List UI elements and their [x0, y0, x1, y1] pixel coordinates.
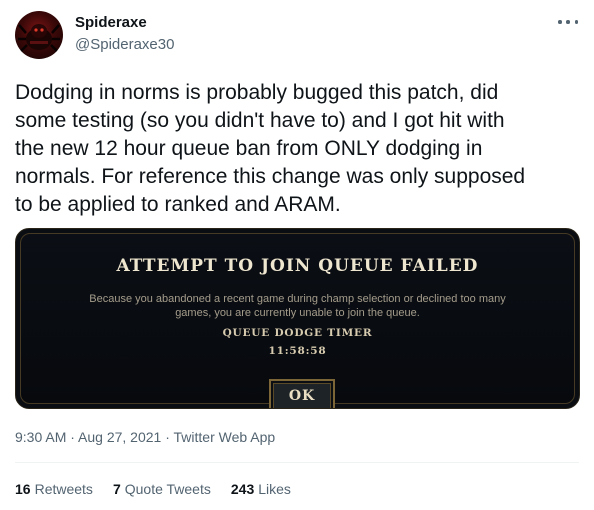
quote-tweets-count: 7	[112, 481, 121, 497]
retweets-label: Retweets	[34, 481, 93, 497]
spider-avatar-icon	[18, 24, 60, 53]
likes-label: Likes	[258, 481, 291, 497]
tweet-text: Dodging in norms is probably bugged this…	[15, 81, 526, 216]
more-dot	[558, 20, 562, 24]
quote-tweets-label: Quote Tweets	[124, 481, 211, 497]
retweets-count: 16	[15, 481, 31, 497]
author-name[interactable]: Spideraxe	[75, 14, 147, 31]
dialog-title: ATTEMPT TO JOIN QUEUE FAILED	[116, 256, 479, 276]
retweets-stat[interactable]: 16 Retweets	[15, 481, 93, 497]
queue-failed-dialog: ATTEMPT TO JOIN QUEUE FAILED Because you…	[20, 233, 575, 408]
engagement-stats: 16 Retweets 7 Quote Tweets 243 Likes	[15, 481, 311, 497]
likes-count: 243	[230, 481, 255, 497]
likes-stat[interactable]: 243 Likes	[231, 481, 291, 497]
queue-dodge-timer-label: QUEUE DODGE TIMER	[222, 327, 373, 339]
quote-tweets-stat[interactable]: 7 Quote Tweets	[113, 481, 211, 497]
author-handle[interactable]: @Spideraxe30	[75, 36, 174, 53]
queue-dodge-timer-value: 11:58:58	[268, 345, 327, 357]
dialog-message: Because you abandoned a recent game duri…	[89, 293, 506, 319]
more-options-icon[interactable]	[558, 14, 578, 30]
dialog-ok-button: OK	[269, 379, 335, 408]
divider	[15, 462, 579, 463]
more-dot	[574, 20, 578, 24]
tweet-timestamp[interactable]: 9:30 AM · Aug 27, 2021 · Twitter Web App	[15, 429, 275, 445]
more-dot	[566, 20, 570, 24]
avatar[interactable]	[15, 11, 63, 59]
tweet-media-image[interactable]: ATTEMPT TO JOIN QUEUE FAILED Because you…	[15, 228, 580, 409]
tweet: Spideraxe @Spideraxe30 Dodging in norms …	[0, 0, 594, 510]
